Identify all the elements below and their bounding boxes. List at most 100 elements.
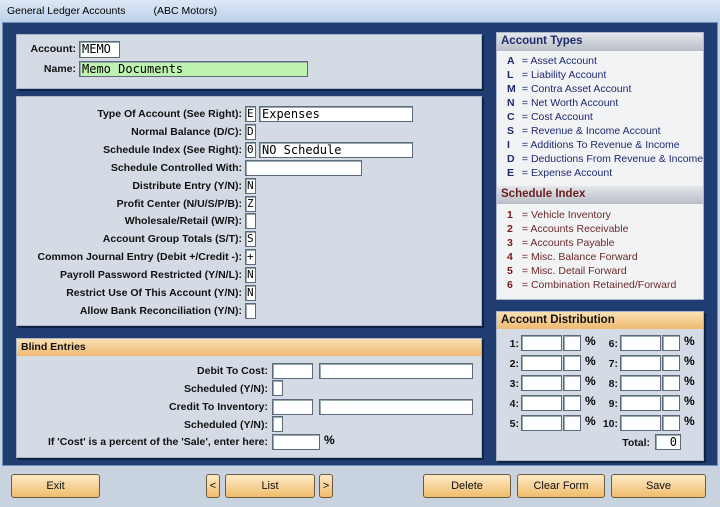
distribution-account-input[interactable]	[521, 355, 562, 371]
total-label: Total:	[622, 437, 650, 449]
form-row-code-input[interactable]	[245, 302, 256, 319]
distribution-account-input[interactable]	[521, 335, 562, 351]
distribution-percent-input[interactable]	[563, 375, 581, 391]
schedule-index-item: 3 = Accounts Payable	[507, 237, 703, 251]
save-button[interactable]: Save	[611, 474, 706, 498]
distribution-account-input[interactable]	[620, 375, 661, 391]
schedule-desc: = Vehicle Inventory	[521, 209, 611, 221]
form-row-label: Account Group Totals (S/T):	[102, 233, 242, 246]
distribution-label: 4:	[509, 398, 519, 410]
clear-form-button[interactable]: Clear Form	[517, 474, 605, 498]
distribution-account-input[interactable]	[521, 415, 562, 431]
distribution-percent-input[interactable]	[662, 415, 680, 431]
form-row-code-input[interactable]: S	[245, 231, 256, 248]
schedule-index-item: 6 = Combination Retained/Forward	[507, 279, 703, 293]
form-row-input[interactable]	[245, 159, 362, 176]
form-row-code-input[interactable]: N	[245, 267, 256, 284]
account-type-desc: = Net Worth Account	[521, 97, 619, 109]
schedule-index-title: Schedule Index	[497, 186, 703, 204]
form-row-code-input[interactable]: Z	[245, 195, 256, 212]
distribution-account-input[interactable]	[620, 415, 661, 431]
debit-to-cost-label: Debit To Cost:	[197, 365, 268, 377]
account-input[interactable]: MEMO	[79, 41, 120, 58]
distribution-account-input[interactable]	[620, 355, 661, 371]
distribution-percent-input[interactable]	[563, 395, 581, 411]
form-row-code-input[interactable]: 0	[245, 141, 256, 158]
name-input[interactable]: Memo Documents	[79, 61, 308, 77]
scheduled-1-input[interactable]	[272, 380, 283, 396]
scheduled-2-label: Scheduled (Y/N):	[183, 419, 268, 431]
account-types-title: Account Types	[497, 33, 703, 51]
schedule-desc: = Combination Retained/Forward	[521, 279, 677, 291]
scheduled-2-input[interactable]	[272, 416, 283, 432]
form-row-label: Restrict Use Of This Account (Y/N):	[66, 287, 242, 299]
account-type-desc: = Liability Account	[521, 69, 607, 81]
account-type-item: D = Deductions From Revenue & Income	[507, 153, 703, 167]
distribution-label: 6:	[608, 338, 618, 350]
distribution-percent-input[interactable]	[662, 375, 680, 391]
distribution-account-input[interactable]	[620, 395, 661, 411]
distribution-account-input[interactable]	[620, 335, 661, 351]
next-button[interactable]: >	[319, 474, 333, 498]
account-type-key: N	[507, 97, 515, 109]
form-row-label: Normal Balance (D/C):	[131, 125, 242, 138]
cost-percent-input[interactable]	[272, 434, 320, 450]
list-button[interactable]: List	[225, 474, 315, 498]
distribution-account-input[interactable]	[521, 395, 562, 411]
account-distribution-title: Account Distribution	[497, 312, 703, 329]
form-row-code-input[interactable]: N	[245, 177, 256, 194]
distribution-percent-input[interactable]	[563, 335, 581, 351]
account-type-item: L = Liability Account	[507, 69, 703, 83]
distribution-label: 9:	[608, 398, 618, 410]
debit-to-cost-account-input[interactable]	[272, 363, 313, 379]
percent-sign: %	[684, 374, 695, 388]
form-row-description: Expenses	[259, 106, 413, 122]
distribution-percent-input[interactable]	[563, 415, 581, 431]
schedule-index-item: 2 = Accounts Receivable	[507, 223, 703, 237]
cost-percent-label: If 'Cost' is a percent of the 'Sale', en…	[47, 436, 268, 448]
form-row-label: Schedule Controlled With:	[110, 161, 242, 174]
form-row-label: Common Journal Entry (Debit +/Credit -):	[37, 251, 242, 264]
account-type-item: N = Net Worth Account	[507, 97, 703, 111]
account-type-item: I = Additions To Revenue & Income	[507, 139, 703, 153]
company-name: (ABC Motors)	[153, 5, 218, 17]
schedule-key: 5	[507, 265, 513, 277]
delete-button[interactable]: Delete	[423, 474, 511, 498]
schedule-desc: = Misc. Detail Forward	[521, 265, 627, 277]
form-row-label: Profit Center (N/U/S/P/B):	[116, 197, 242, 210]
debit-to-cost-desc-input[interactable]	[319, 363, 473, 379]
exit-button[interactable]: Exit	[11, 474, 100, 498]
percent-sign: %	[684, 354, 695, 368]
account-type-desc: = Expense Account	[521, 167, 613, 179]
schedule-key: 1	[507, 209, 513, 221]
account-type-key: S	[507, 125, 515, 137]
distribution-account-input[interactable]	[521, 375, 562, 391]
account-type-item: S = Revenue & Income Account	[507, 125, 703, 139]
account-type-desc: = Cost Account	[521, 111, 593, 123]
account-type-key: C	[507, 111, 515, 123]
previous-button[interactable]: <	[206, 474, 220, 498]
schedule-key: 4	[507, 251, 513, 263]
distribution-percent-input[interactable]	[662, 335, 680, 351]
account-type-item: M = Contra Asset Account	[507, 83, 703, 97]
distribution-percent-input[interactable]	[563, 355, 581, 371]
form-row-label: Distribute Entry (Y/N):	[132, 179, 242, 192]
schedule-index-item: 4 = Misc. Balance Forward	[507, 251, 703, 265]
account-type-key: M	[507, 83, 516, 95]
form-row-code-input[interactable]: E	[245, 106, 256, 122]
form-row-code-input[interactable]	[245, 213, 256, 230]
blind-entries-title: Blind Entries	[17, 339, 481, 356]
credit-to-inventory-desc-input[interactable]	[319, 399, 473, 415]
form-row-code-input[interactable]: +	[245, 249, 256, 266]
distribution-label: 8:	[608, 378, 618, 390]
account-type-key: A	[507, 55, 515, 67]
credit-to-inventory-label: Credit To Inventory:	[169, 401, 268, 413]
form-row-code-input[interactable]: D	[245, 123, 256, 140]
title-bar: General Ledger Accounts (ABC Motors)	[0, 0, 720, 22]
credit-to-inventory-account-input[interactable]	[272, 399, 313, 415]
name-label: Name:	[43, 63, 76, 75]
form-row-code-input[interactable]: N	[245, 285, 256, 301]
account-label: Account:	[30, 43, 77, 55]
distribution-percent-input[interactable]	[662, 395, 680, 411]
distribution-percent-input[interactable]	[662, 355, 680, 371]
